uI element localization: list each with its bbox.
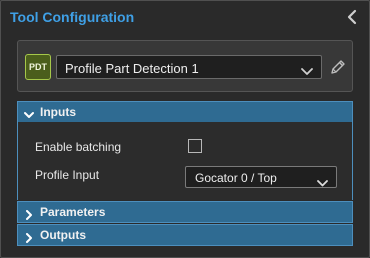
chevron-right-icon (24, 230, 34, 243)
section-outputs-label: Outputs (40, 228, 86, 242)
tool-type-badge: PDT (25, 54, 51, 80)
enable-batching-label: Enable batching (35, 140, 122, 154)
tool-configuration-panel: Tool Configuration PDT Profile Part Dete… (0, 0, 370, 258)
chevron-down-icon (301, 63, 313, 75)
section-outputs-header[interactable]: Outputs (17, 224, 353, 246)
profile-input-value: Gocator 0 / Top (195, 171, 277, 185)
chevron-down-icon (317, 174, 328, 187)
profile-input-dropdown[interactable]: Gocator 0 / Top (185, 166, 337, 188)
panel-title: Tool Configuration (10, 9, 135, 25)
section-parameters-label: Parameters (40, 205, 106, 219)
chevron-right-icon (24, 207, 34, 220)
inputs-body: Enable batching Profile Input Gocator 0 … (17, 122, 353, 200)
section-parameters-header[interactable]: Parameters (17, 201, 353, 223)
tool-selector-box: PDT Profile Part Detection 1 (17, 40, 353, 92)
profile-input-label: Profile Input (35, 168, 100, 182)
enable-batching-checkbox[interactable] (188, 139, 202, 153)
panel-header: Tool Configuration (9, 8, 361, 28)
tool-dropdown[interactable]: Profile Part Detection 1 (56, 55, 322, 79)
tool-dropdown-value: Profile Part Detection 1 (65, 61, 199, 76)
chevron-down-icon (24, 107, 34, 118)
pencil-icon[interactable] (329, 58, 347, 76)
collapse-chevron-left-icon[interactable] (345, 8, 359, 26)
section-inputs-label: Inputs (40, 105, 76, 119)
section-inputs-header[interactable]: Inputs (17, 101, 353, 123)
